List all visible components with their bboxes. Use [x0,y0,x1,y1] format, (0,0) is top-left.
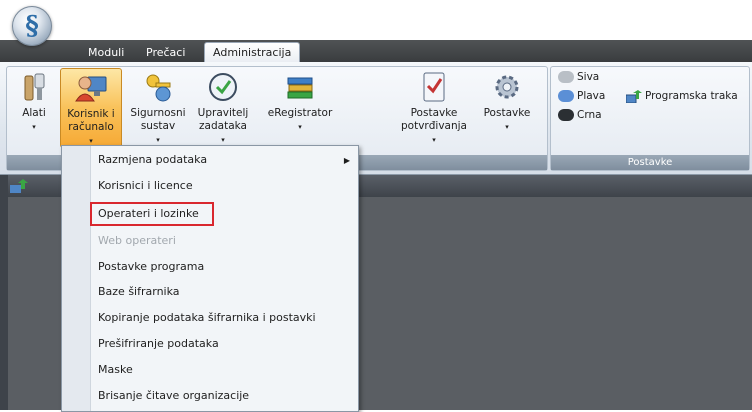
theme-siva-label: Siva [577,71,600,83]
theme-plava-icon [558,90,574,102]
task-manager-clock-icon [209,73,237,101]
chevron-down-icon: ▾ [32,123,36,131]
menu-item-web-operateri: Web operateri [98,234,176,247]
eregistrator-label: eRegistrator [267,107,333,119]
programska-traka-label: Programska traka [645,90,738,102]
menu-item-postavke-programa[interactable]: Postavke programa [98,256,204,278]
menu-item-korisnici-i-licence[interactable]: Korisnici i licence [98,175,193,197]
checklist-icon [423,72,445,102]
upravitelj-zadataka-button[interactable]: Upravitelj zadataka ▾ [192,68,254,146]
app-logo-icon: § [25,11,39,41]
menu-item-brisanje-citave-organizacije[interactable]: Brisanje čitave organizacije [98,385,249,407]
chevron-down-icon: ▾ [298,123,302,131]
tools-icon [24,73,45,101]
korisnik-i-racunalo-button[interactable]: Korisnik i računalo ▾ [60,68,122,148]
menu-item-razmjena-podataka[interactable]: Razmjena podataka [98,149,348,171]
sigurnosni-sustav-button[interactable]: Sigurnosni sustav ▾ [128,68,188,146]
postavke-button[interactable]: Postavke ▾ [480,68,534,146]
highlight-box [90,202,214,226]
gear-icon [495,75,519,99]
theme-siva[interactable]: Siva [558,68,599,86]
theme-siva-icon [558,71,574,83]
menu-item-label: Razmjena podataka [98,153,208,166]
tab-moduli[interactable]: Moduli [80,43,132,62]
chevron-down-icon: ▾ [432,136,436,144]
theme-crna-label: Crna [577,109,602,121]
taskbar-up-arrow-icon [625,89,642,103]
menu-item-baze-sifrarnika[interactable]: Baze šifrarnika [98,281,180,303]
alati-label: Alati [22,107,46,119]
theme-crna-icon [558,109,574,121]
theme-plava[interactable]: Plava [558,87,605,105]
chevron-down-icon: ▾ [221,136,225,144]
menu-item-presifriranje-podataka[interactable]: Prešifriranje podataka [98,333,219,355]
sigurnosni-sustav-label: Sigurnosni sustav [130,107,186,132]
chevron-down-icon: ▾ [89,137,93,145]
theme-crna[interactable]: Crna [558,106,602,124]
programska-traka-button[interactable]: Programska traka [625,87,738,105]
alati-button[interactable]: Alati ▾ [14,68,54,146]
user-computer-icon [75,76,107,102]
tab-precaci[interactable]: Prečaci [138,43,193,62]
submenu-arrow-icon: ▶ [343,156,350,165]
menu-item-kopiranje-podataka[interactable]: Kopiranje podataka šifrarnika i postavki [98,307,316,329]
menu-icon-strip [62,146,91,411]
title-area [0,0,752,40]
chevron-down-icon: ▾ [505,123,509,131]
chevron-down-icon: ▾ [156,136,160,144]
postavke-label: Postavke [483,107,531,119]
korisnik-i-racunalo-label: Korisnik i računalo [67,108,115,133]
eregistrator-button[interactable]: eRegistrator ▾ [262,68,338,146]
app-orb-button[interactable]: § [12,6,52,46]
sub-toolbar-up-arrow-icon[interactable] [10,179,30,193]
tab-strip: Moduli Prečaci Administracija [0,40,752,63]
korisnik-racunalo-dropdown-menu: Razmjena podataka ▶ Korisnici i licence … [61,145,359,412]
books-icon [287,77,313,99]
ribbon-group-label: Postavke [551,155,749,170]
tab-administracija[interactable]: Administracija [204,42,301,63]
left-edge [0,175,8,410]
security-key-icon [146,74,171,102]
postavke-potvrdivanja-label: Postavke potvrđivanja [401,107,467,132]
menu-item-maske[interactable]: Maske [98,359,133,381]
theme-plava-label: Plava [577,90,606,102]
upravitelj-zadataka-label: Upravitelj zadataka [197,107,249,132]
postavke-potvrdivanja-button[interactable]: Postavke potvrđivanja ▾ [398,68,470,146]
